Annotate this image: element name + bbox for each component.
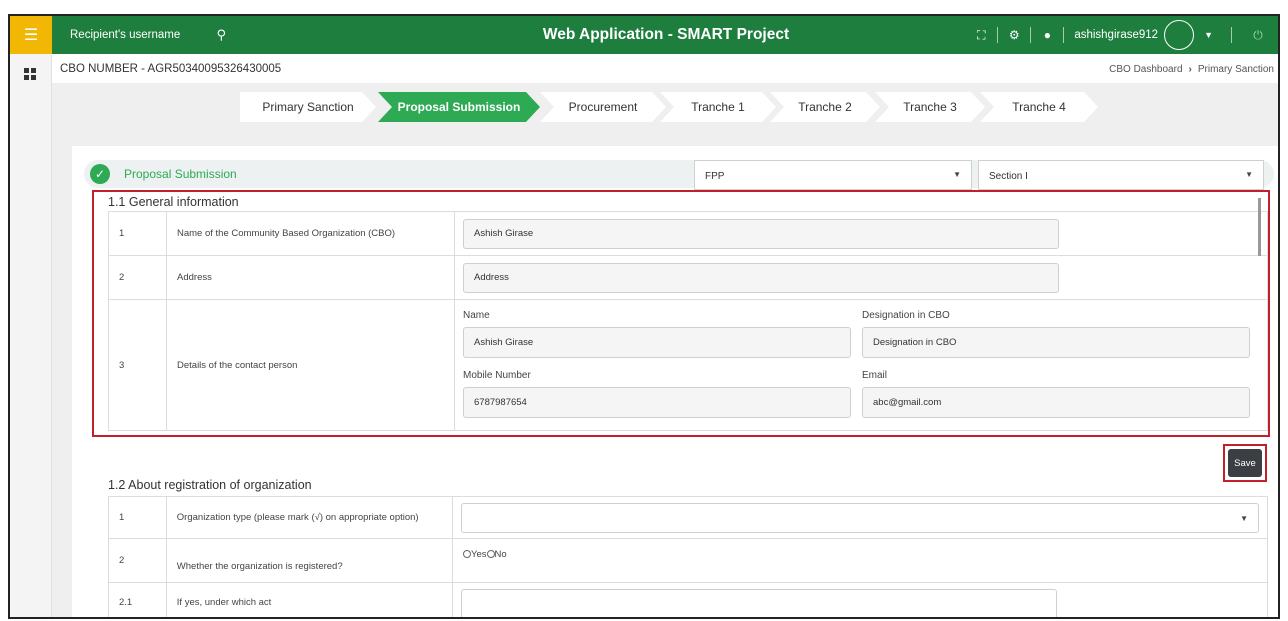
breadcrumb-item-cbo-dashboard[interactable]: CBO Dashboard: [1109, 64, 1182, 75]
email-input[interactable]: abc@gmail.com: [862, 387, 1250, 418]
proposal-card: ✓ Proposal Submission FPP ▼ Section I ▼ …: [72, 146, 1278, 617]
registration-heading: 1.2 About registration of organization: [108, 478, 312, 492]
top-bar: Recipient's username ⚲ Web Application -…: [52, 16, 1278, 54]
left-rail: ☰: [10, 16, 52, 617]
username-label[interactable]: ashishgirase912: [1074, 29, 1158, 41]
sub-header: CBO NUMBER - AGR50340095326430005 CBO Da…: [52, 54, 1278, 84]
chevron-down-icon: ▼: [953, 170, 961, 179]
section-select-value: Section I: [989, 171, 1028, 182]
section-select[interactable]: Section I ▼: [978, 160, 1264, 190]
check-circle-icon: ✓: [90, 164, 110, 184]
step-tranche-4[interactable]: Tranche 4: [980, 92, 1098, 122]
designation-input[interactable]: Designation in CBO: [862, 327, 1250, 358]
table-row: 2 Whether the organization is registered…: [108, 538, 1268, 583]
search-input[interactable]: Recipient's username: [66, 29, 216, 41]
apps-grid-icon[interactable]: [24, 68, 36, 80]
fpp-select-value: FPP: [705, 171, 725, 182]
step-tranche-2[interactable]: Tranche 2: [770, 92, 880, 122]
step-proposal-submission[interactable]: Proposal Submission: [378, 92, 540, 122]
table-row: 2.1 If yes, under which act: [108, 582, 1268, 617]
search-box[interactable]: Recipient's username ⚲: [66, 23, 234, 47]
main-content: Primary Sanction Proposal Submission Pro…: [52, 84, 1278, 617]
step-tranche-1[interactable]: Tranche 1: [660, 92, 776, 122]
cbo-name-input[interactable]: Ashish Girase: [463, 218, 1059, 249]
registration-table: 1 Organization type (please mark (√) on …: [108, 496, 1268, 617]
table-row: 1 Name of the Community Based Organizati…: [108, 211, 1268, 256]
row-label: Name of the Community Based Organization…: [166, 211, 455, 256]
radio-no-label: No: [494, 549, 507, 560]
step-procurement[interactable]: Procurement: [540, 92, 666, 122]
address-input[interactable]: Address: [463, 262, 1059, 293]
scrollbar[interactable]: [1258, 198, 1261, 256]
row-label: Whether the organization is registered?: [165, 538, 454, 583]
step-tranche-3[interactable]: Tranche 3: [875, 92, 985, 122]
power-icon[interactable]: ⏻: [1236, 28, 1278, 43]
radio-yes[interactable]: [463, 550, 471, 558]
table-row: 2 Address Address: [108, 255, 1268, 300]
contact-name-label: Name: [463, 310, 490, 321]
chevron-down-icon: ▼: [1245, 170, 1253, 179]
settings-gear-icon[interactable]: ⚙: [1002, 28, 1026, 42]
mobile-input[interactable]: 6787987654: [463, 387, 851, 418]
row-label: Details of the contact person: [166, 299, 455, 431]
section-title: Proposal Submission: [124, 167, 237, 181]
row-number: 2.1: [108, 582, 167, 617]
chevron-right-icon: ›: [1188, 64, 1192, 75]
email-label: Email: [862, 370, 888, 381]
step-primary-sanction[interactable]: Primary Sanction: [240, 92, 376, 122]
row-number: 3: [108, 299, 167, 431]
save-button[interactable]: Save: [1228, 449, 1262, 477]
chevron-down-icon: ▼: [1240, 513, 1248, 523]
table-row: 3 Details of the contact person Name Ash…: [108, 299, 1268, 431]
avatar[interactable]: [1164, 20, 1195, 50]
general-info-heading: 1.1 General information: [108, 195, 239, 209]
section-header: ✓ Proposal Submission FPP ▼ Section I ▼: [84, 160, 1274, 190]
row-number: 2: [108, 255, 167, 300]
chevron-down-icon[interactable]: ▼: [1204, 30, 1213, 40]
mobile-label: Mobile Number: [463, 370, 531, 381]
row-label: Organization type (please mark (√) on ap…: [165, 496, 454, 539]
cbo-number: CBO NUMBER - AGR50340095326430005: [60, 63, 282, 75]
row-label: Address: [166, 255, 455, 300]
search-icon[interactable]: ⚲: [216, 27, 226, 43]
radio-yes-label: Yes: [471, 549, 487, 560]
organization-type-select[interactable]: ▼: [461, 502, 1259, 533]
breadcrumb: CBO Dashboard › Primary Sanction: [1109, 64, 1274, 75]
row-number: 1: [108, 496, 167, 539]
registration-act-input[interactable]: [461, 589, 1057, 617]
app-window: ☰ Recipient's username ⚲ Web Application…: [8, 14, 1280, 619]
breadcrumb-item-primary-sanction: Primary Sanction: [1197, 64, 1274, 75]
table-row: 1 Organization type (please mark (√) on …: [108, 496, 1268, 539]
notification-bell-icon[interactable]: ●: [1035, 28, 1059, 42]
radio-no[interactable]: [486, 550, 495, 558]
row-number: 2: [108, 538, 167, 583]
contact-name-input[interactable]: Ashish Girase: [463, 327, 851, 358]
designation-label: Designation in CBO: [862, 310, 950, 321]
hamburger-menu-icon[interactable]: ☰: [10, 16, 52, 54]
row-number: 1: [108, 211, 167, 256]
fpp-select[interactable]: FPP ▼: [694, 160, 972, 190]
fullscreen-icon[interactable]: ⛶: [969, 28, 993, 43]
save-highlight: Save: [1223, 444, 1267, 482]
general-info-table: 1 Name of the Community Based Organizati…: [108, 211, 1268, 431]
row-label: If yes, under which act: [165, 582, 454, 617]
